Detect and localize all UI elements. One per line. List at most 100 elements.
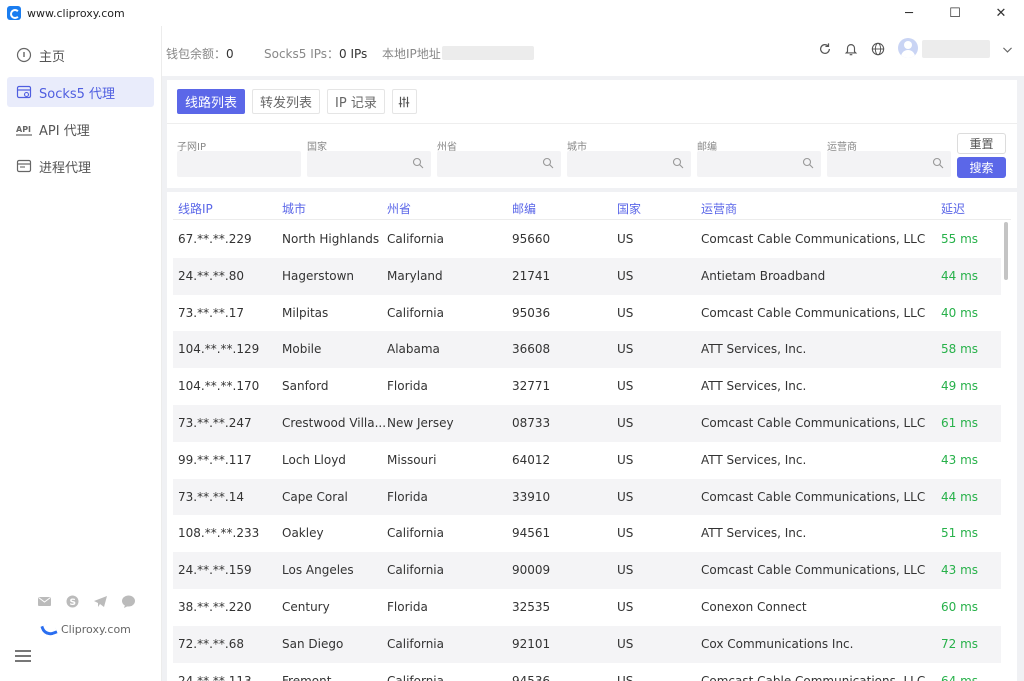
cell-zip: 95036 <box>512 305 551 320</box>
table-row[interactable]: 73.**.**.14 Cape Coral Florida 33910 US Comca… <box>173 478 1001 516</box>
info-bar: 钱包余额：0 Socks5 IPs：0 IPs 本地IP地址 <box>162 26 1024 76</box>
cell-state: California <box>387 563 444 578</box>
avatar[interactable] <box>898 38 918 58</box>
tab-forward-list[interactable]: 转发列表 <box>252 89 321 114</box>
cell-state: Florida <box>387 600 428 614</box>
search-icon <box>412 157 424 169</box>
cell-isp: Antietam Broadband <box>701 268 826 283</box>
sidebar-item-process[interactable]: 进程代理 <box>7 151 154 181</box>
table-row[interactable]: 24.**.**.80 Hagerstown Maryland 21741 US Anti… <box>173 257 1001 295</box>
language-globe-icon[interactable] <box>869 40 887 58</box>
cell-zip: 33910 <box>512 489 551 504</box>
sliders-icon[interactable] <box>391 89 417 114</box>
cell-country: US <box>617 232 634 246</box>
cell-latency: 44 ms <box>941 489 979 504</box>
table-row[interactable]: 104.**.**.170 Sanford Florida 32771 US ATT Se… <box>173 368 1001 405</box>
username-redacted <box>922 40 990 58</box>
cell-state: Missouri <box>387 452 437 467</box>
cliproxy-logo-icon <box>40 621 58 638</box>
table-scrollbar[interactable] <box>1004 222 1008 280</box>
minimize-button[interactable]: ─ <box>886 0 932 26</box>
sidebar-item-home[interactable]: 主页 <box>7 40 154 70</box>
sidebar-item-socks5[interactable]: Socks5 代理 <box>7 77 154 107</box>
refresh-icon[interactable] <box>816 40 834 58</box>
cell-state: California <box>387 232 444 246</box>
cell-zip: 94536 <box>512 673 551 681</box>
cell-isp: ATT Services, Inc. <box>701 379 807 394</box>
country-select[interactable] <box>307 151 431 177</box>
reset-button[interactable]: 重置 <box>957 133 1006 154</box>
table-row[interactable]: 72.**.**.68 San Diego California 92101 US Cox… <box>173 625 1001 663</box>
column-header-line-ip[interactable]: 线路IP <box>178 200 213 217</box>
mail-icon[interactable] <box>37 594 52 609</box>
cell-city: Hagerstown <box>282 268 355 283</box>
cell-zip: 21741 <box>512 268 551 283</box>
ips-value: 0 IPs <box>339 47 368 61</box>
cell-ip: 73.**.**.247 <box>178 416 252 430</box>
table-row[interactable]: 67.**.**.229 North Highlands California 956… <box>173 221 1001 258</box>
column-header-state[interactable]: 州省 <box>387 200 411 217</box>
maximize-button[interactable]: ☐ <box>932 0 978 26</box>
cell-latency: 55 ms <box>941 232 979 246</box>
table-row[interactable]: 24.**.**.159 Los Angeles California 90009 US… <box>173 552 1001 589</box>
column-header-city[interactable]: 城市 <box>282 200 306 217</box>
column-header-country[interactable]: 国家 <box>617 200 641 217</box>
tab-line-list[interactable]: 线路列表 <box>177 89 246 114</box>
cell-zip: 32771 <box>512 379 551 394</box>
menu-icon[interactable] <box>15 650 31 665</box>
cell-state: California <box>387 305 444 320</box>
city-select[interactable] <box>567 151 691 177</box>
close-button[interactable]: ✕ <box>978 0 1024 26</box>
column-header-latency[interactable]: 延迟 <box>941 200 965 217</box>
sidebar-item-label: Socks5 代理 <box>39 86 116 102</box>
telegram-icon[interactable] <box>93 594 108 609</box>
cell-latency: 40 ms <box>941 305 979 320</box>
sidebar-item-api[interactable]: API API 代理 <box>7 114 154 144</box>
cell-country: US <box>617 342 634 357</box>
cell-isp: ATT Services, Inc. <box>701 526 807 541</box>
skype-icon[interactable]: S <box>65 594 80 609</box>
subnet-ip-input[interactable] <box>177 151 301 177</box>
table-row[interactable]: 104.**.**.129 Mobile Alabama 36608 US ATT Ser… <box>173 331 1001 369</box>
cell-state: California <box>387 526 444 541</box>
column-header-zip[interactable]: 邮编 <box>512 200 536 217</box>
window-controls: ─ ☐ ✕ <box>886 0 1024 26</box>
table-row[interactable]: 73.**.**.247 Crestwood Villa... New Jersey… <box>173 405 1001 442</box>
zip-select[interactable] <box>697 151 821 177</box>
search-button[interactable]: 搜索 <box>957 157 1006 178</box>
cell-country: US <box>617 600 634 614</box>
table-row[interactable]: 73.**.**.17 Milpitas California 95036 US Comc… <box>173 295 1001 332</box>
chat-icon[interactable] <box>121 594 136 609</box>
cell-latency: 58 ms <box>941 342 979 357</box>
cell-state: New Jersey <box>387 416 454 430</box>
cell-isp: Comcast Cable Communications, LLC <box>701 305 926 320</box>
cell-country: US <box>617 636 634 651</box>
cell-ip: 73.**.**.14 <box>178 489 244 504</box>
cell-latency: 44 ms <box>941 268 979 283</box>
table-row[interactable]: 99.**.**.117 Loch Lloyd Missouri 64012 US ATT… <box>173 442 1001 479</box>
cell-ip: 108.**.**.233 <box>178 526 260 541</box>
isp-select[interactable] <box>827 151 951 177</box>
title-bar: www.cliproxy.com ─ ☐ ✕ <box>0 0 1024 26</box>
state-select[interactable] <box>437 151 561 177</box>
cell-city: Cape Coral <box>282 489 348 504</box>
cell-country: US <box>617 379 634 394</box>
cell-zip: 92101 <box>512 636 551 651</box>
table-row[interactable]: 108.**.**.233 Oakley California 94561 US ATT … <box>173 515 1001 552</box>
cell-isp: Comcast Cable Communications, LLC <box>701 563 926 578</box>
cell-ip: 24.**.**.80 <box>178 268 244 283</box>
svg-text:S: S <box>70 598 76 608</box>
social-links: S <box>37 594 136 609</box>
bell-icon[interactable] <box>842 40 860 58</box>
ips-info: Socks5 IPs：0 IPs <box>264 47 368 61</box>
cell-city: Milpitas <box>282 305 329 320</box>
cell-country: US <box>617 268 634 283</box>
tab-ip-records[interactable]: IP 记录 <box>327 89 385 114</box>
chevron-down-icon[interactable] <box>998 40 1016 58</box>
sidebar-item-label: 主页 <box>39 49 66 65</box>
table-row[interactable]: 38.**.**.220 Century Florida 32535 US Conexon… <box>173 589 1001 626</box>
column-header-isp[interactable]: 运营商 <box>701 200 737 217</box>
brand-footer[interactable]: Cliproxy.com <box>40 621 131 638</box>
cell-state: California <box>387 636 444 651</box>
table-row[interactable]: 24.**.**.113 Fremont California 94536 US Comc… <box>173 663 1001 681</box>
